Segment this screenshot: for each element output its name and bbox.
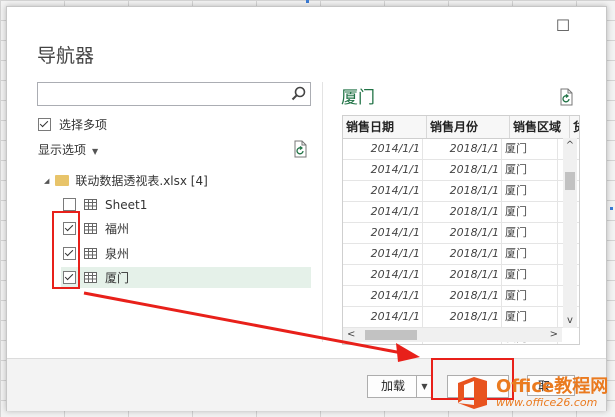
watermark-logo: Office教程网 www.office26.com: [454, 372, 612, 414]
office-logo-icon: [458, 377, 487, 409]
watermark-brand: Office教程网: [496, 376, 609, 398]
annotation-arrow: [83, 291, 420, 362]
watermark-url: www.office26.com: [496, 395, 598, 409]
